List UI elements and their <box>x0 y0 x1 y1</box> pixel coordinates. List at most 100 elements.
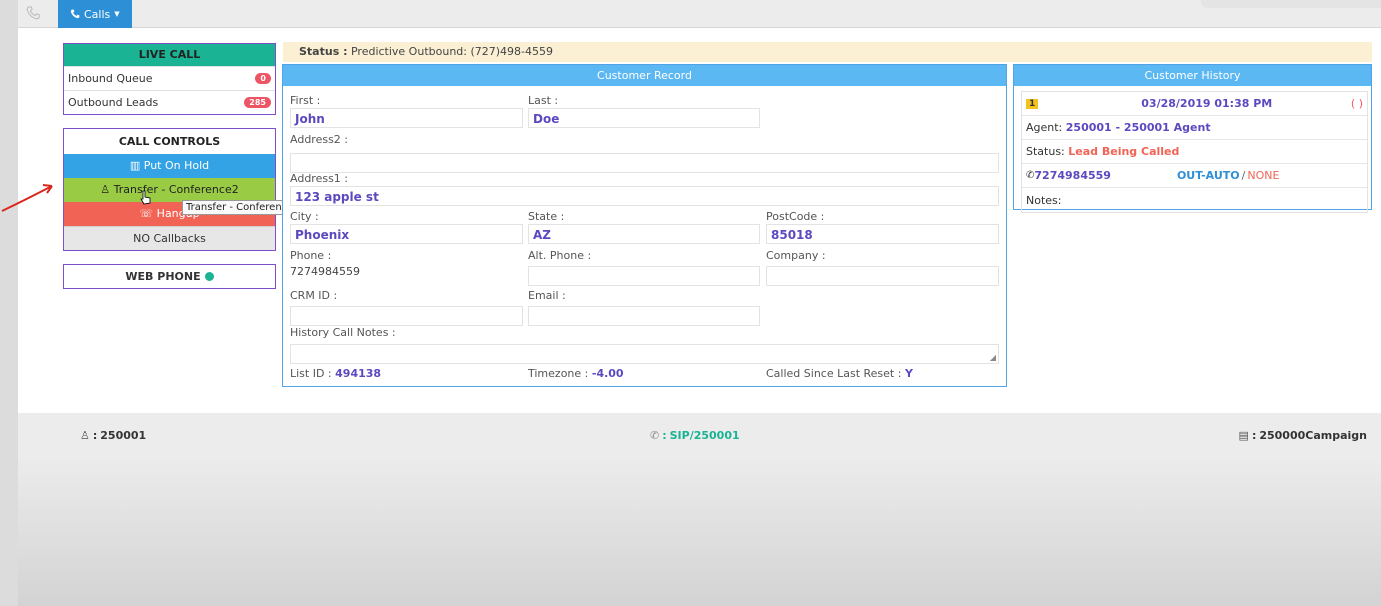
left-strip <box>0 0 18 606</box>
put-on-hold-button[interactable]: ▥ Put On Hold <box>64 154 275 178</box>
call-controls-panel: CALL CONTROLS ▥ Put On Hold ♙ Transfer -… <box>63 128 276 251</box>
city-label: City : <box>290 210 319 223</box>
phone-field: Phone : 7274984559 <box>290 249 523 278</box>
address2-input[interactable] <box>290 153 999 173</box>
status-label: Status : <box>299 45 348 58</box>
web-phone-panel[interactable]: WEB PHONE <box>63 264 276 289</box>
state-label: State : <box>528 210 565 223</box>
transfer-label: Transfer - Conference2 <box>113 183 239 196</box>
crm-id-field: CRM ID : <box>290 289 523 326</box>
footer-user-sep: : <box>92 429 98 442</box>
timezone-value: -4.00 <box>591 367 624 380</box>
history-status-value: Lead Being Called <box>1068 145 1180 158</box>
resize-handle-icon[interactable]: ◢ <box>990 353 996 362</box>
alt-phone-input[interactable] <box>528 266 760 286</box>
web-phone-label: WEB PHONE <box>125 270 201 283</box>
red-arrow-annotation <box>1 184 53 212</box>
phone-icon[interactable] <box>26 6 40 24</box>
agent-label: Agent: <box>1026 121 1063 134</box>
status-bar: Status : Predictive Outbound: (727)498-4… <box>283 42 1372 62</box>
email-field: Email : <box>528 289 760 326</box>
address2-label: Address2 : <box>290 133 349 146</box>
agent-value: 250001 - 250001 Agent <box>1065 121 1211 134</box>
history-notes-textarea[interactable]: ◢ <box>290 344 999 364</box>
phone-value: 7274984559 <box>290 265 360 278</box>
phone-icon <box>70 9 80 19</box>
history-phone[interactable]: 7274984559 <box>1034 169 1111 182</box>
transfer-tooltip: Transfer - Conference <box>182 200 298 215</box>
inbound-queue-count: 0 <box>255 73 271 84</box>
user-icon: ♙ <box>100 183 111 196</box>
address2-field: Address2 : <box>290 133 999 173</box>
customer-record-title: Customer Record <box>283 65 1006 86</box>
crm-id-input[interactable] <box>290 306 523 326</box>
customer-record-panel: Customer Record First : John Last : Doe … <box>282 64 1007 387</box>
email-input[interactable] <box>528 306 760 326</box>
timezone-label: Timezone : <box>528 367 589 380</box>
status-dot-icon <box>204 272 214 281</box>
history-notes-row: Notes: <box>1022 188 1367 212</box>
footer-sip: ✆ : SIP/250001 <box>650 429 740 442</box>
list-id-value: 494138 <box>335 367 382 380</box>
footer-sip-value: SIP/250001 <box>669 429 740 442</box>
outbound-leads-label: Outbound Leads <box>68 96 159 109</box>
company-field: Company : <box>766 249 999 286</box>
called-since-line: Called Since Last Reset : Y <box>766 367 913 380</box>
called-since-value: Y <box>904 367 913 380</box>
list-id-line: List ID : 494138 <box>290 367 381 380</box>
calls-label: Calls <box>84 7 111 21</box>
phone-icon: ✆ <box>650 429 660 442</box>
crm-id-label: CRM ID : <box>290 289 338 302</box>
customer-history-title: Customer History <box>1014 65 1371 86</box>
footer-campaign-sep: : <box>1251 429 1257 442</box>
called-since-label: Called Since Last Reset : <box>766 367 902 380</box>
put-on-hold-label: Put On Hold <box>143 159 210 172</box>
city-input[interactable]: Phoenix <box>290 224 523 244</box>
transfer-conference-button[interactable]: ♙ Transfer - Conference2 <box>64 178 275 202</box>
call-controls-title: CALL CONTROLS <box>64 129 275 154</box>
top-navbar <box>18 0 1381 28</box>
email-label: Email : <box>528 289 566 302</box>
footer-user-value: 250001 <box>100 429 147 442</box>
company-input[interactable] <box>766 266 999 286</box>
history-notes-label: Notes: <box>1026 193 1062 207</box>
history-notes-field: History Call Notes : ◢ <box>290 326 999 364</box>
footer-sip-sep: : <box>662 429 667 442</box>
state-field: State : AZ <box>528 210 760 244</box>
state-input[interactable]: AZ <box>528 224 760 244</box>
status-value: Predictive Outbound: (727)498-4559 <box>350 45 554 58</box>
address1-input[interactable]: 123 apple st <box>290 186 999 206</box>
history-phone-row: ✆ 7274984559 OUT-AUTO / NONE <box>1022 164 1367 188</box>
address1-label: Address1 : <box>290 172 349 185</box>
live-call-panel: LIVE CALL Inbound Queue 0 Outbound Leads… <box>63 43 276 115</box>
history-agent-row: Agent: 250001 - 250001 Agent <box>1022 116 1367 140</box>
outbound-leads-item[interactable]: Outbound Leads 285 <box>64 90 275 114</box>
timezone-line: Timezone : -4.00 <box>528 367 624 380</box>
address1-field: Address1 : 123 apple st <box>290 172 999 206</box>
alt-phone-label: Alt. Phone : <box>528 249 592 262</box>
live-call-title: LIVE CALL <box>64 44 275 66</box>
footer-bar: ♙ : 250001 ✆ : SIP/250001 ▤ : 250000Camp… <box>18 413 1381 455</box>
history-paren: ( ) <box>1350 97 1363 110</box>
footer-campaign-value: 250000Campaign <box>1259 429 1367 442</box>
inbound-queue-item[interactable]: Inbound Queue 0 <box>64 66 275 90</box>
inbound-queue-label: Inbound Queue <box>68 72 153 85</box>
postcode-input[interactable]: 85018 <box>766 224 999 244</box>
hangup-icon: ☏ <box>139 207 154 220</box>
history-number-badge: 1 <box>1026 98 1039 109</box>
empty-bottom-area <box>18 455 1381 606</box>
outbound-leads-count: 285 <box>244 97 271 108</box>
city-field: City : Phoenix <box>290 210 523 244</box>
calls-menu-tab[interactable]: Calls ▼ <box>58 0 132 28</box>
first-input[interactable]: John <box>290 108 523 128</box>
pause-icon: ▥ <box>129 159 141 172</box>
footer-user: ♙ : 250001 <box>80 429 146 442</box>
callbacks-label: NO Callbacks <box>133 232 206 245</box>
callbacks-button[interactable]: NO Callbacks <box>64 226 275 250</box>
history-notes-label: History Call Notes : <box>290 326 396 339</box>
last-input[interactable]: Doe <box>528 108 760 128</box>
last-name-field: Last : Doe <box>528 94 760 128</box>
first-name-field: First : John <box>290 94 523 128</box>
user-icon: ♙ <box>80 429 90 442</box>
first-label: First : <box>290 94 321 107</box>
